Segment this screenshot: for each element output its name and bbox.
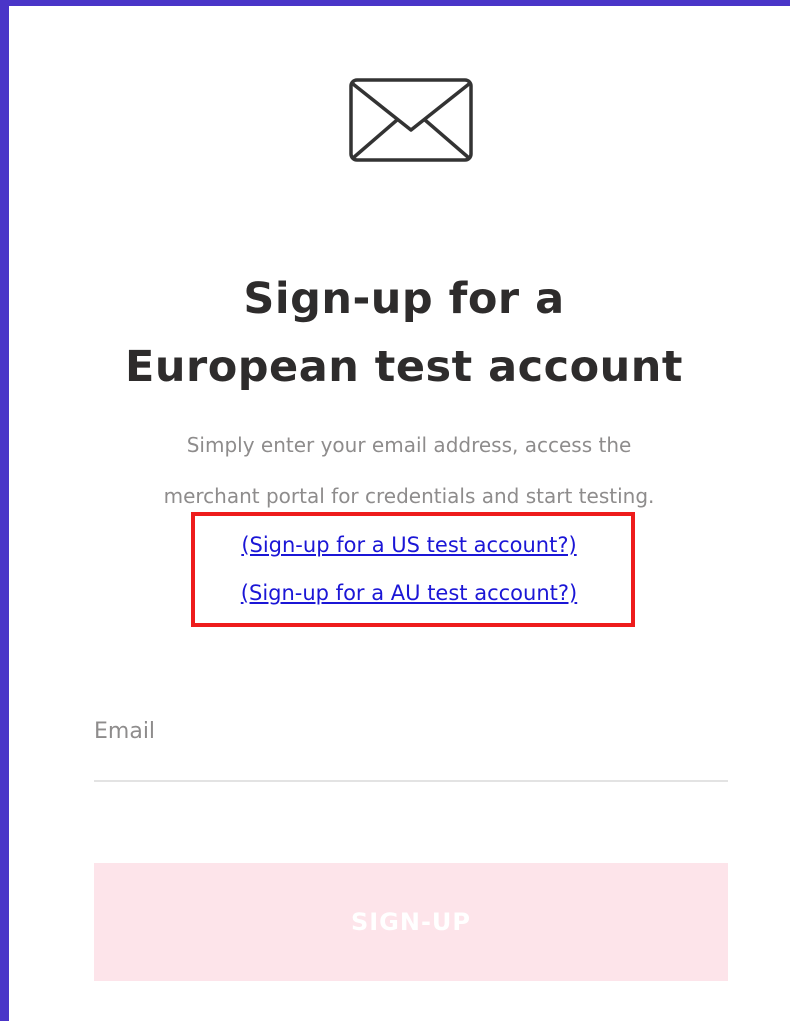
us-test-account-link[interactable]: (Sign-up for a US test account?) [9, 535, 790, 556]
description-line-1: Simply enter your email address, access … [186, 433, 632, 457]
page-title-line-2: European test account [125, 342, 683, 392]
email-field[interactable] [94, 706, 728, 782]
page-frame: Sign-up for a European test account Simp… [0, 0, 790, 1021]
au-test-account-link[interactable]: (Sign-up for a AU test account?) [9, 583, 790, 604]
highlight-annotation-box [191, 512, 635, 627]
page-title-line-1: Sign-up for a [243, 274, 565, 324]
description-line-2: merchant portal for credentials and star… [163, 484, 655, 508]
sign-up-button[interactable]: SIGN-UP [94, 863, 728, 981]
envelope-icon [349, 78, 473, 162]
